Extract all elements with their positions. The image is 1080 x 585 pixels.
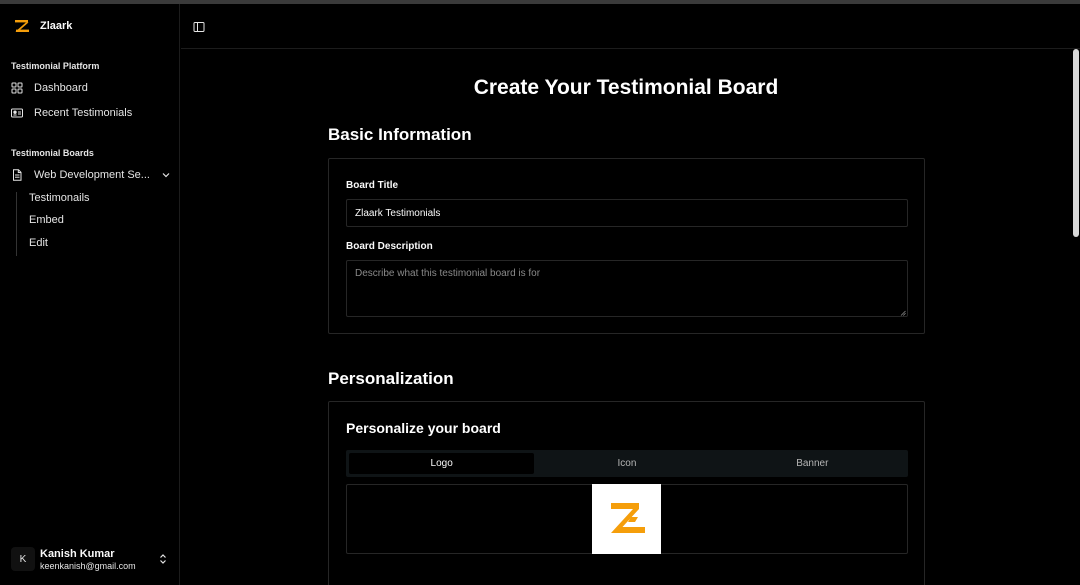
document-icon — [13, 169, 22, 181]
section-title-personalization: Personalization — [328, 369, 454, 388]
dashboard-grid-icon — [11, 82, 23, 94]
avatar: K — [11, 547, 35, 571]
group-label-boards: Testimonial Boards — [11, 148, 94, 158]
basic-information-card: Board Title Board Description — [328, 158, 925, 334]
sub-item-edit[interactable]: Edit — [29, 237, 48, 249]
sub-item-embed[interactable]: Embed — [29, 214, 64, 226]
chevron-down-icon[interactable] — [161, 170, 171, 180]
page-title: Create Your Testimonial Board — [473, 76, 779, 99]
user-name: Kanish Kumar — [40, 547, 115, 560]
section-title-basic: Basic Information — [328, 125, 472, 144]
personalization-card: Personalize your board Logo Icon Banner — [328, 401, 925, 585]
tab-icon[interactable]: Icon — [534, 453, 719, 474]
tab-logo[interactable]: Logo — [349, 453, 535, 474]
main-content: Create Your Testimonial Board Basic Info… — [181, 49, 1080, 585]
zlaark-logo-icon — [15, 20, 29, 32]
sidebar-toggle-icon[interactable] — [193, 21, 205, 33]
board-description-label: Board Description — [346, 241, 433, 252]
user-menu[interactable]: K Kanish Kumar keenkanish@gmail.com — [11, 545, 171, 573]
sub-item-testimonials[interactable]: Testimonails — [29, 192, 90, 204]
sidebar: Zlaark Testimonial Platform Dashboard Re… — [0, 4, 180, 585]
scrollbar-thumb[interactable] — [1073, 49, 1079, 237]
tab-banner[interactable]: Banner — [720, 453, 905, 474]
user-email: keenkanish@gmail.com — [40, 560, 136, 571]
top-header — [181, 4, 1080, 49]
group-label-platform: Testimonial Platform — [11, 61, 100, 71]
board-title-label: Board Title — [346, 180, 399, 191]
board-title-input[interactable] — [346, 199, 908, 227]
id-card-icon — [11, 108, 23, 118]
logo-preview — [592, 484, 661, 554]
sidebar-item-dashboard[interactable]: Dashboard — [11, 79, 88, 97]
sidebar-item-label: Recent Testimonials — [34, 107, 133, 119]
brand-name: Zlaark — [40, 20, 73, 32]
brand[interactable]: Zlaark — [14, 18, 72, 34]
chevrons-up-down-icon[interactable] — [158, 553, 168, 565]
zlaark-logo-icon — [610, 503, 645, 533]
personalize-heading: Personalize your board — [346, 420, 501, 436]
resize-grip-icon[interactable] — [900, 310, 906, 316]
sidebar-item-label: Web Development Se... — [34, 169, 150, 181]
sidebar-item-board-web-development[interactable]: Web Development Se... — [11, 166, 171, 184]
board-sub-menu: Testimonails Embed Edit — [16, 192, 90, 256]
logo-preview-area[interactable] — [346, 484, 908, 554]
board-description-textarea[interactable] — [346, 260, 908, 317]
sidebar-item-label: Dashboard — [34, 82, 88, 94]
sidebar-item-recent-testimonials[interactable]: Recent Testimonials — [11, 104, 132, 122]
personalization-tabs: Logo Icon Banner — [346, 450, 908, 477]
